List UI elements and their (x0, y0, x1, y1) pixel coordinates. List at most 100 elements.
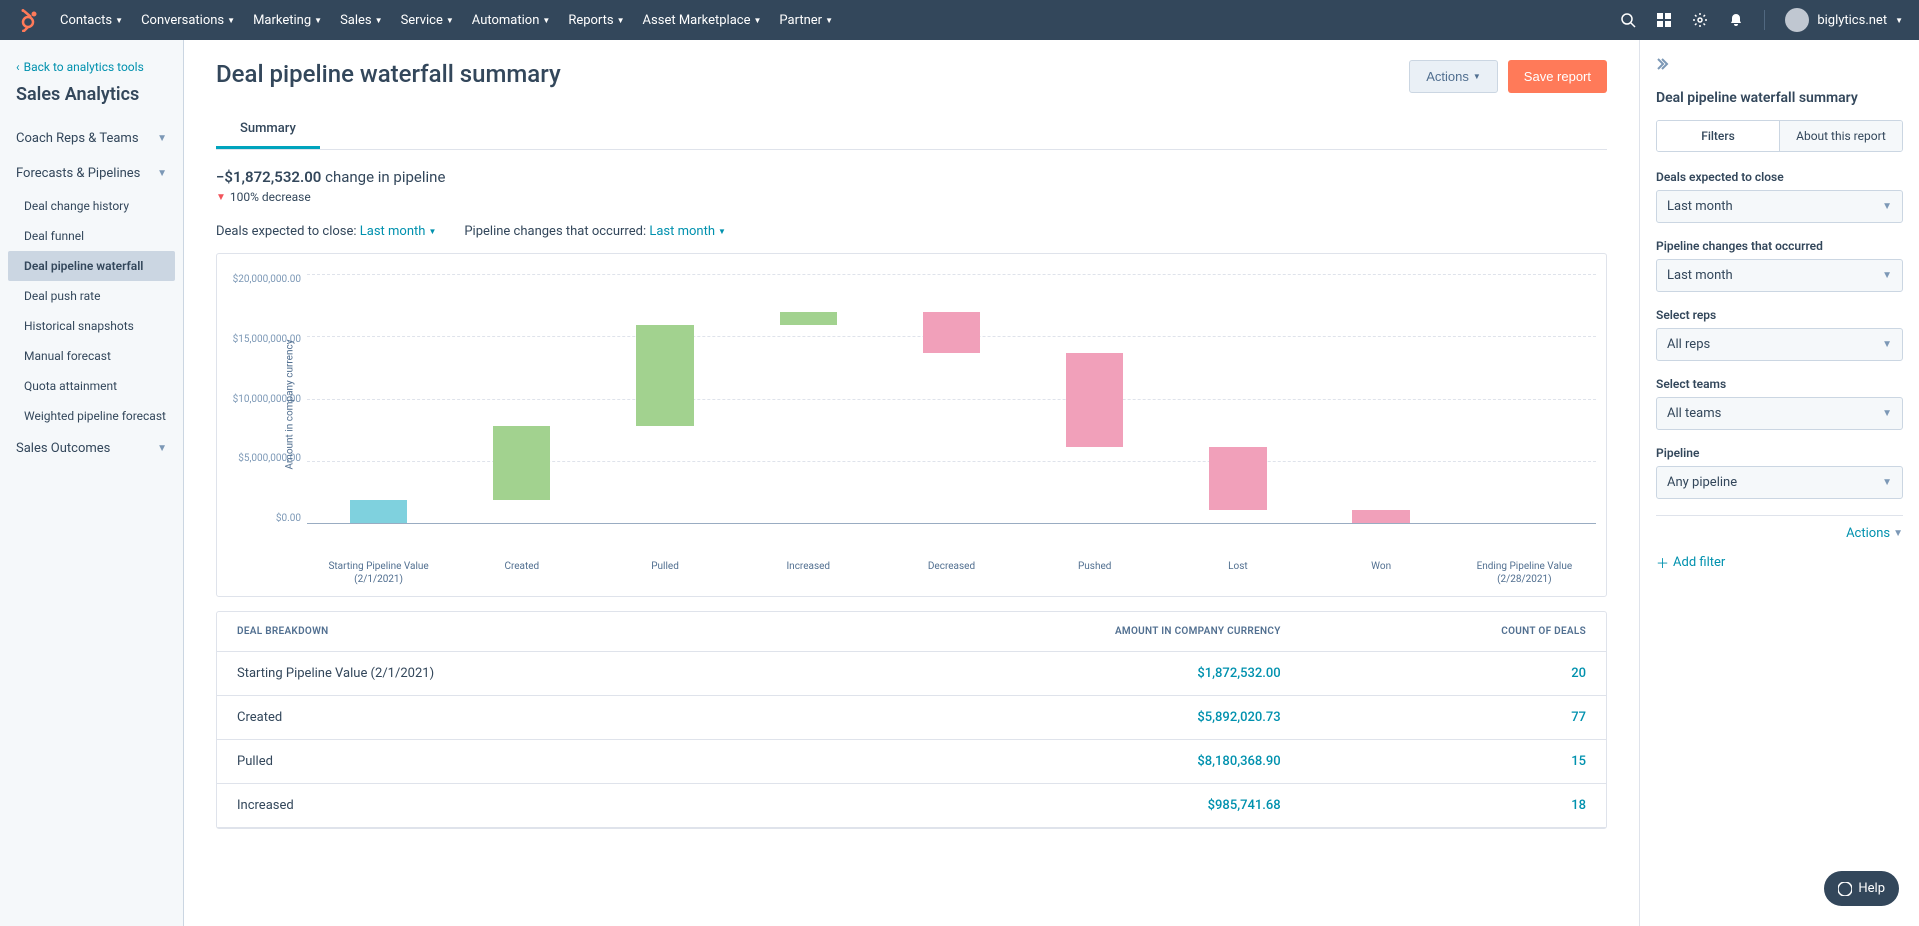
page-title: Deal pipeline waterfall summary (216, 60, 561, 88)
chevron-left-icon: ‹ (16, 60, 20, 74)
chart-bar[interactable] (1310, 274, 1453, 523)
sidebar-item-weighted-pipeline-forecast[interactable]: Weighted pipeline forecast (0, 401, 183, 431)
nav-partner[interactable]: Partner▼ (779, 13, 833, 28)
select-deals-expected[interactable]: Last month▼ (1656, 190, 1903, 223)
x-tick: Lost (1166, 554, 1309, 586)
search-icon[interactable] (1620, 12, 1636, 28)
settings-icon[interactable] (1692, 12, 1708, 28)
sidebar-item-deal-funnel[interactable]: Deal funnel (0, 221, 183, 251)
sidebar-item-quota-attainment[interactable]: Quota attainment (0, 371, 183, 401)
chart-bar[interactable] (880, 274, 1023, 523)
col-count[interactable]: COUNT OF DEALS (1301, 612, 1606, 652)
sidebar-title: Sales Analytics (0, 84, 183, 121)
select-pipeline[interactable]: Any pipeline▼ (1656, 466, 1903, 499)
nav-service[interactable]: Service▼ (401, 13, 454, 28)
collapse-panel-icon[interactable] (1656, 56, 1903, 76)
table-row[interactable]: Starting Pipeline Value (2/1/2021)$1,872… (217, 652, 1606, 696)
plus-icon: ＋ (1656, 553, 1669, 572)
chart-bar[interactable] (1023, 274, 1166, 523)
sidebar-item-deal-change-history[interactable]: Deal change history (0, 191, 183, 221)
sidebar-item-manual-forecast[interactable]: Manual forecast (0, 341, 183, 371)
sidebar-section-coach[interactable]: Coach Reps & Teams▼ (0, 121, 183, 156)
x-tick: Won (1310, 554, 1453, 586)
nav-right: biglytics.net ▼ (1620, 8, 1903, 32)
nav-items: Contacts▼ Conversations▼ Marketing▼ Sale… (60, 13, 833, 28)
marketplace-icon[interactable] (1656, 12, 1672, 28)
right-panel: Deal pipeline waterfall summary Filters … (1639, 40, 1919, 926)
save-report-button[interactable]: Save report (1508, 60, 1607, 93)
chart-bar[interactable] (307, 274, 450, 523)
caret-down-icon: ▼ (1882, 339, 1892, 350)
help-button[interactable]: Help (1824, 871, 1899, 906)
nav-marketing[interactable]: Marketing▼ (253, 13, 322, 28)
notifications-icon[interactable] (1728, 12, 1744, 28)
nav-reports[interactable]: Reports▼ (568, 13, 624, 28)
col-deal-breakdown[interactable]: DEAL BREAKDOWN (217, 612, 797, 652)
add-filter-button[interactable]: ＋Add filter (1656, 553, 1903, 572)
select-pipeline-changes[interactable]: Last month▼ (1656, 259, 1903, 292)
col-amount[interactable]: AMOUNT IN COMPANY CURRENCY (797, 612, 1300, 652)
nav-asset-marketplace[interactable]: Asset Marketplace▼ (643, 13, 762, 28)
waterfall-chart: Amount in company currency $20,000,000.0… (216, 253, 1607, 597)
filter-deals-expected-dropdown[interactable]: Last month▼ (360, 224, 437, 239)
caret-down-icon: ▼ (542, 16, 550, 25)
chart-bar[interactable] (1166, 274, 1309, 523)
caret-down-icon: ▼ (753, 16, 761, 25)
x-tick: Increased (737, 554, 880, 586)
sidebar-section-sales-outcomes[interactable]: Sales Outcomes▼ (0, 431, 183, 466)
caret-down-icon: ▼ (115, 16, 123, 25)
hubspot-logo[interactable] (16, 8, 40, 32)
field-label-reps: Select reps (1656, 308, 1903, 322)
back-link[interactable]: ‹Back to analytics tools (0, 60, 183, 84)
chevron-down-icon: ▼ (157, 168, 167, 179)
rp-tab-about[interactable]: About this report (1780, 121, 1902, 151)
content: Deal pipeline waterfall summary Actions▼… (184, 40, 1639, 926)
field-label-teams: Select teams (1656, 377, 1903, 391)
table-row[interactable]: Created$5,892,020.7377 (217, 696, 1606, 740)
nav-contacts[interactable]: Contacts▼ (60, 13, 123, 28)
rp-tab-filters[interactable]: Filters (1657, 121, 1780, 151)
x-tick: Decreased (880, 554, 1023, 586)
x-tick: Starting Pipeline Value (2/1/2021) (307, 554, 450, 586)
x-tick: Pulled (593, 554, 736, 586)
account-menu[interactable]: biglytics.net ▼ (1785, 8, 1903, 32)
nav-sales[interactable]: Sales▼ (340, 13, 382, 28)
nav-conversations[interactable]: Conversations▼ (141, 13, 235, 28)
chevron-down-icon: ▼ (157, 133, 167, 144)
sidebar-item-deal-push-rate[interactable]: Deal push rate (0, 281, 183, 311)
sidebar-section-forecasts[interactable]: Forecasts & Pipelines▼ (0, 156, 183, 191)
chart-bar[interactable] (450, 274, 593, 523)
chart-bar[interactable] (1453, 274, 1596, 523)
nav-automation[interactable]: Automation▼ (472, 13, 551, 28)
select-reps[interactable]: All reps▼ (1656, 328, 1903, 361)
caret-down-icon: ▼ (1473, 72, 1481, 81)
right-panel-title: Deal pipeline waterfall summary (1656, 90, 1903, 106)
triangle-down-icon: ▼ (216, 192, 226, 203)
chevron-down-icon: ▼ (157, 443, 167, 454)
x-tick: Created (450, 554, 593, 586)
chart-bar[interactable] (593, 274, 736, 523)
tab-summary[interactable]: Summary (216, 111, 320, 149)
table-row[interactable]: Pulled$8,180,368.9015 (217, 740, 1606, 784)
sidebar-item-deal-pipeline-waterfall[interactable]: Deal pipeline waterfall (8, 251, 175, 281)
caret-down-icon: ▼ (428, 227, 436, 236)
caret-down-icon: ▼ (1882, 270, 1892, 281)
caret-down-icon: ▼ (825, 16, 833, 25)
caret-down-icon: ▼ (1882, 477, 1892, 488)
chart-bar[interactable] (737, 274, 880, 523)
chart-y-label: Amount in company currency (284, 340, 295, 470)
tabs: Summary (216, 111, 1607, 150)
actions-button[interactable]: Actions▼ (1409, 60, 1498, 93)
filter-pipeline-changes: Pipeline changes that occurred: Last mon… (464, 224, 726, 239)
table-row[interactable]: Increased$985,741.6818 (217, 784, 1606, 828)
caret-down-icon: ▼ (1882, 201, 1892, 212)
sidebar-item-historical-snapshots[interactable]: Historical snapshots (0, 311, 183, 341)
filter-pipeline-changes-dropdown[interactable]: Last month▼ (649, 224, 726, 239)
rp-actions-dropdown[interactable]: Actions▼ (1656, 526, 1903, 541)
field-label-deals-expected: Deals expected to close (1656, 170, 1903, 184)
caret-down-icon: ▼ (314, 16, 322, 25)
select-teams[interactable]: All teams▼ (1656, 397, 1903, 430)
x-tick: Pushed (1023, 554, 1166, 586)
caret-down-icon: ▼ (1882, 408, 1892, 419)
pipeline-change-metric: −$1,872,532.00 change in pipeline (216, 168, 1607, 186)
